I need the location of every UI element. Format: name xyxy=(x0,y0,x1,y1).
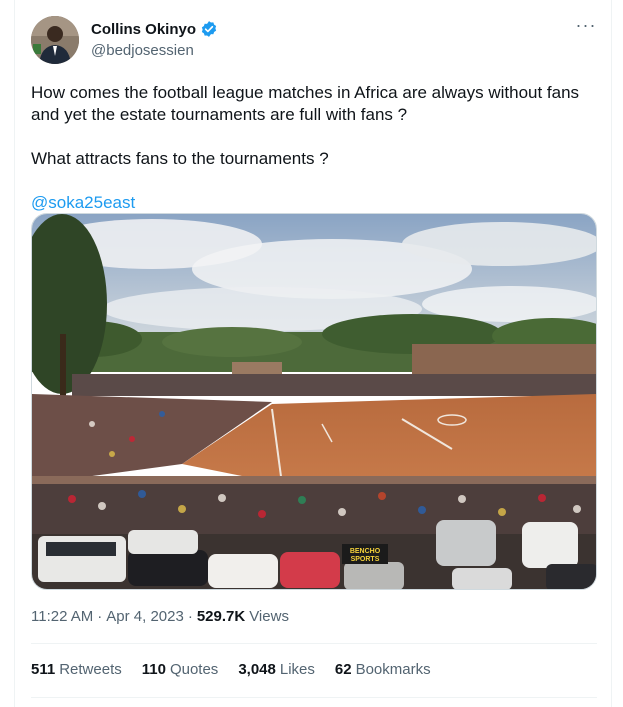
author-handle[interactable]: @bedjosessien xyxy=(91,42,194,59)
tweet-paragraph: How comes the football league matches in… xyxy=(31,83,580,124)
retweets-stat[interactable]: 511 Retweets xyxy=(31,661,122,678)
mention-link[interactable]: @soka25east xyxy=(31,193,135,212)
tweet-metadata: 11:22 AM · Apr 4, 2023 · 529.7K Views xyxy=(31,608,289,625)
tweet-time[interactable]: 11:22 AM xyxy=(31,608,93,625)
display-name[interactable]: Collins Okinyo xyxy=(91,21,196,38)
engagement-stats: 511 Retweets 110 Quotes 3,048 Likes 62 B… xyxy=(31,661,431,678)
banner-text: SPORTS xyxy=(351,556,380,563)
more-options-icon[interactable]: ··· xyxy=(575,16,597,36)
stadium-photo: BENCHO SPORTS xyxy=(32,214,596,589)
retweets-count: 511 xyxy=(31,661,56,678)
tweet-photo[interactable]: BENCHO SPORTS xyxy=(31,213,597,590)
quotes-count: 110 xyxy=(141,661,166,678)
retweets-label: Retweets xyxy=(59,661,122,678)
likes-stat[interactable]: 3,048 Likes xyxy=(238,661,315,678)
divider xyxy=(31,643,597,644)
bookmarks-count: 62 xyxy=(334,661,352,678)
banner-text: BENCHO xyxy=(350,548,381,555)
tweet-paragraph: What attracts fans to the tournaments ? xyxy=(31,149,329,168)
tweet-card: Collins Okinyo @bedjosessien ··· How com… xyxy=(14,0,612,707)
meta-separator: · xyxy=(97,608,103,625)
avatar[interactable] xyxy=(31,16,79,64)
views-label: Views xyxy=(249,608,289,625)
author-name-row: Collins Okinyo xyxy=(91,20,218,38)
divider xyxy=(31,697,597,698)
verified-badge-icon xyxy=(200,20,218,38)
likes-label: Likes xyxy=(279,661,315,678)
tweet-date[interactable]: Apr 4, 2023 xyxy=(106,608,184,625)
bookmarks-label: Bookmarks xyxy=(355,661,431,678)
quotes-stat[interactable]: 110 Quotes xyxy=(142,661,219,678)
quotes-label: Quotes xyxy=(169,661,219,678)
meta-separator: · xyxy=(187,608,193,625)
views-count: 529.7K xyxy=(196,608,246,625)
bookmarks-stat[interactable]: 62 Bookmarks xyxy=(335,661,431,678)
likes-count: 3,048 xyxy=(238,661,276,678)
